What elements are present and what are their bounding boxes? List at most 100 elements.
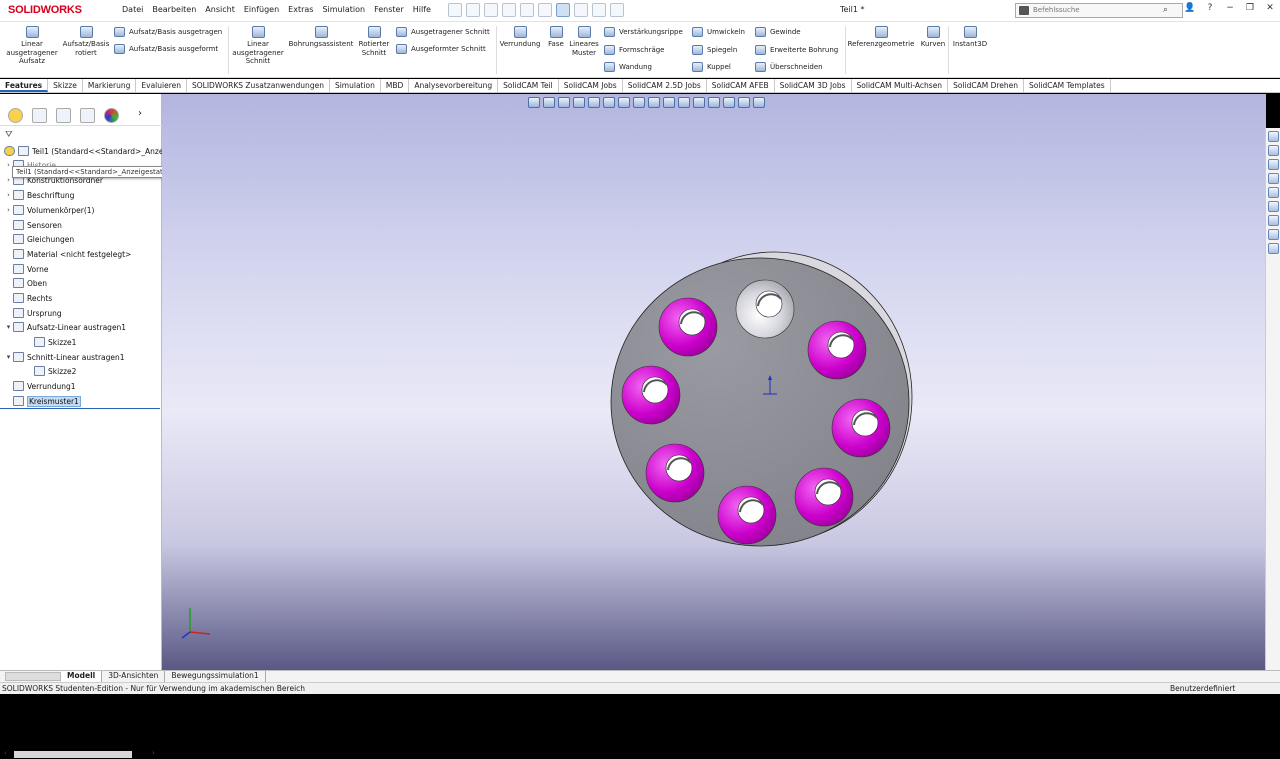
tab-navigation-arrows[interactable] xyxy=(5,672,61,681)
pattern-hole-seed[interactable] xyxy=(735,279,795,339)
tab-skizze[interactable]: Skizze xyxy=(48,79,83,92)
tab-evaluieren[interactable]: Evaluieren xyxy=(136,79,187,92)
swept-cut-button[interactable]: Ausgetragener Schnitt xyxy=(396,27,490,37)
search-scope-icon[interactable] xyxy=(1019,6,1029,15)
tab-simulation[interactable]: Simulation xyxy=(330,79,381,92)
tab-solidcam-jobs[interactable]: SolidCAM Jobs xyxy=(559,79,623,92)
pattern-hole[interactable] xyxy=(658,297,718,357)
tree-item-aufsatz-linear[interactable]: ▾ Aufsatz-Linear austragen1 xyxy=(4,320,126,334)
command-search-input[interactable]: Befehlssuche ⌕ xyxy=(1015,3,1183,18)
scroll-left-icon[interactable]: ‹ xyxy=(4,749,7,757)
menu-ansicht[interactable]: Ansicht xyxy=(205,5,235,14)
appearances-icon[interactable] xyxy=(1268,187,1279,198)
file-properties-icon[interactable] xyxy=(592,3,606,17)
file-explorer-icon[interactable] xyxy=(1268,159,1279,170)
tree-item-material[interactable]: Material <nicht festgelegt> xyxy=(4,247,131,261)
search-icon[interactable]: ⌕ xyxy=(1163,5,1168,15)
units-selector[interactable]: Benutzerdefiniert xyxy=(1170,684,1235,693)
menu-fenster[interactable]: Fenster xyxy=(374,5,404,14)
dimxpert-tab-icon[interactable] xyxy=(80,108,95,123)
options-gear-icon[interactable] xyxy=(610,3,624,17)
menu-simulation[interactable]: Simulation xyxy=(322,5,365,14)
tree-item-verrundung1[interactable]: Verrundung1 xyxy=(4,379,76,393)
solidworks-resources-icon[interactable] xyxy=(1268,131,1279,142)
save-icon[interactable] xyxy=(502,3,516,17)
tree-item-sensoren[interactable]: Sensoren xyxy=(4,218,62,232)
close-icon[interactable]: ✕ xyxy=(1260,3,1280,19)
tree-item-skizze2[interactable]: Skizze2 xyxy=(34,364,76,378)
tab-3d-ansichten[interactable]: 3D-Ansichten xyxy=(102,671,166,682)
restore-icon[interactable]: ❐ xyxy=(1240,3,1260,19)
open-icon[interactable] xyxy=(484,3,498,17)
tab-features[interactable]: Features xyxy=(0,79,49,92)
tab-solidcam-drehen[interactable]: SolidCAM Drehen xyxy=(948,79,1024,92)
tree-item-kreismuster1[interactable]: Kreismuster1 xyxy=(4,394,81,408)
new-document-icon[interactable] xyxy=(466,3,480,17)
mirror-button[interactable]: Spiegeln xyxy=(692,45,737,55)
tree-item-skizze1[interactable]: Skizze1 xyxy=(34,335,76,349)
tab-markierung[interactable]: Markierung xyxy=(83,79,137,92)
globe-icon[interactable] xyxy=(1268,243,1279,254)
menu-hilfe[interactable]: Hilfe xyxy=(413,5,431,14)
menu-extras[interactable]: Extras xyxy=(288,5,313,14)
tab-bewegungssimulation[interactable]: Bewegungssimulation1 xyxy=(165,671,266,682)
pattern-hole[interactable] xyxy=(645,443,705,503)
draft-button[interactable]: Formschräge xyxy=(604,45,664,55)
tab-analysevorbereitung[interactable]: Analysevorbereitung xyxy=(409,79,499,92)
pattern-hole[interactable] xyxy=(621,365,681,425)
tab-solidcam-3d-jobs[interactable]: SolidCAM 3D Jobs xyxy=(775,79,852,92)
reference-geometry-button[interactable]: Referenzgeometrie xyxy=(847,26,915,49)
curves-button[interactable]: Kurven xyxy=(918,26,948,49)
solidworks-logo[interactable]: SOLIDWORKS xyxy=(8,4,82,16)
home-icon[interactable] xyxy=(448,3,462,17)
tab-solidcam-25d-jobs[interactable]: SolidCAM 2.5D Jobs xyxy=(623,79,707,92)
advanced-hole-button[interactable]: Erweiterte Bohrung xyxy=(755,45,838,55)
pattern-hole[interactable] xyxy=(807,320,867,380)
chamfer-button[interactable]: Fase xyxy=(543,26,569,49)
tree-item-oben[interactable]: Oben xyxy=(4,276,47,290)
linear-pattern-button[interactable]: Lineares Muster xyxy=(568,26,600,57)
user-icon[interactable]: 👤 xyxy=(1180,3,1200,19)
forum-icon[interactable] xyxy=(1268,215,1279,226)
menu-datei[interactable]: Datei xyxy=(122,5,143,14)
view-palette-icon[interactable] xyxy=(1268,173,1279,184)
tab-solidcam-teil[interactable]: SolidCAM Teil xyxy=(498,79,559,92)
extrude-cut-button[interactable]: Linear ausgetragener Schnitt xyxy=(230,26,286,66)
pattern-hole[interactable] xyxy=(717,485,777,545)
filter-icon[interactable]: ⛛ xyxy=(5,130,13,140)
property-manager-tab-icon[interactable] xyxy=(32,108,47,123)
toolbox-icon[interactable] xyxy=(1268,229,1279,240)
rib-button[interactable]: Verstärkungsrippe xyxy=(604,27,683,37)
menu-bearbeiten[interactable]: Bearbeiten xyxy=(152,5,196,14)
revolve-cut-button[interactable]: Rotierter Schnitt xyxy=(356,26,392,57)
thread-button[interactable]: Gewinde xyxy=(755,27,801,37)
graphics-area[interactable]: ▯ xyxy=(162,94,1266,670)
tree-item-vorne[interactable]: Vorne xyxy=(4,262,48,276)
intersect-button[interactable]: Überschneiden xyxy=(755,62,823,72)
design-library-icon[interactable] xyxy=(1268,145,1279,156)
select-cursor-icon[interactable] xyxy=(556,3,570,17)
scroll-right-icon[interactable]: › xyxy=(152,749,155,757)
menu-einfuegen[interactable]: Einfügen xyxy=(244,5,279,14)
tab-mbd[interactable]: MBD xyxy=(381,79,410,92)
shell-button[interactable]: Wandung xyxy=(604,62,652,72)
tree-item-rechts[interactable]: Rechts xyxy=(4,291,52,305)
instant3d-button[interactable]: Instant3D xyxy=(950,26,990,49)
tab-solidcam-templates[interactable]: SolidCAM Templates xyxy=(1024,79,1111,92)
display-manager-tab-icon[interactable] xyxy=(104,108,119,123)
tab-modell[interactable]: Modell xyxy=(61,671,103,682)
extrude-boss-button[interactable]: Linear ausgetragener Aufsatz xyxy=(4,26,60,66)
scroll-thumb[interactable] xyxy=(14,751,132,758)
minimize-icon[interactable]: − xyxy=(1220,3,1240,19)
undo-icon[interactable] xyxy=(538,3,552,17)
tab-solidcam-multi-achsen[interactable]: SolidCAM Multi-Achsen xyxy=(852,79,949,92)
traffic-light-icon[interactable] xyxy=(574,3,588,17)
wrap-button[interactable]: Umwickeln xyxy=(692,27,745,37)
feature-manager-tab-icon[interactable] xyxy=(8,108,23,123)
lofted-boss-button[interactable]: Aufsatz/Basis ausgeformt xyxy=(114,44,218,54)
rollback-bar[interactable] xyxy=(0,408,160,409)
help-icon[interactable]: ? xyxy=(1200,3,1220,19)
dome-button[interactable]: Kuppel xyxy=(692,62,731,72)
lofted-cut-button[interactable]: Ausgeformter Schnitt xyxy=(396,44,486,54)
print-icon[interactable] xyxy=(520,3,534,17)
